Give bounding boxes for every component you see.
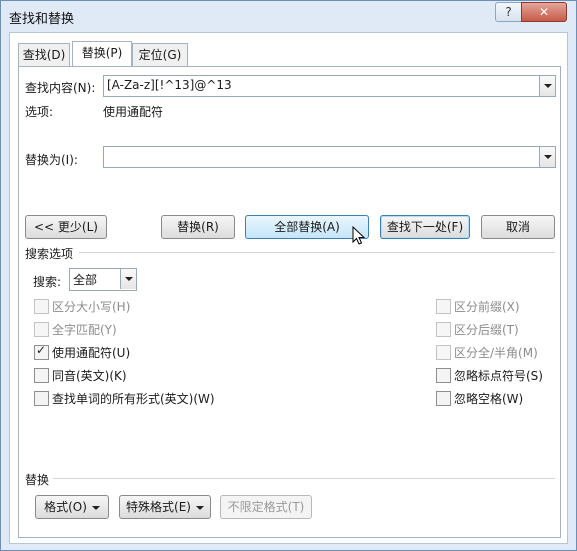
replace-all-button[interactable]: 全部替换(A) [245, 215, 369, 239]
dialog-body: 查找(D) 替换(P) 定位(G) 查找内容(N): [A-Za-z][!^13… [9, 32, 568, 544]
help-button[interactable]: ? [495, 2, 522, 22]
all-word-forms-label: 查找单词的所有形式(英文)(W) [52, 392, 215, 406]
find-replace-dialog: 查找和替换 ? ✕ 查找(D) 替换(P) 定位(G) 查找内容(N): [A-… [0, 0, 577, 551]
match-case-checkbox[interactable] [34, 299, 49, 314]
divider [79, 252, 555, 253]
less-button[interactable]: << 更少(L) [25, 215, 107, 239]
special-button-label: 特殊格式(E) [126, 500, 191, 514]
find-what-value: [A-Za-z][!^13]@^13 [107, 78, 232, 92]
replace-button[interactable]: 替换(R) [161, 215, 235, 239]
all-word-forms-checkbox[interactable] [34, 391, 49, 406]
cancel-button[interactable]: 取消 [481, 215, 555, 239]
use-wildcards-checkbox[interactable] [34, 343, 49, 360]
use-wildcards-label: 使用通配符(U) [52, 346, 131, 360]
find-next-button[interactable]: 查找下一处(F) [380, 215, 470, 239]
sounds-like-label: 同音(英文)(K) [52, 369, 127, 383]
title-bar: 查找和替换 ? ✕ [1, 1, 576, 31]
match-suffix-label: 区分后缀(T) [454, 323, 519, 337]
search-direction-label: 搜索: [33, 275, 62, 289]
chevron-down-icon[interactable] [120, 269, 136, 289]
tab-find[interactable]: 查找(D) [18, 43, 70, 66]
ignore-whitespace-checkbox[interactable] [436, 391, 451, 406]
whole-word-label: 全字匹配(Y) [52, 323, 117, 337]
find-what-combobox[interactable]: [A-Za-z][!^13]@^13 [103, 75, 556, 97]
width-sensitive-label: 区分全/半角(M) [454, 346, 538, 360]
mouse-pointer-icon [352, 226, 366, 245]
tab-goto[interactable]: 定位(G) [132, 43, 188, 66]
ignore-whitespace-label: 忽略空格(W) [454, 392, 524, 406]
match-prefix-label: 区分前缀(X) [454, 300, 520, 314]
divider [53, 478, 555, 479]
no-formatting-button[interactable]: 不限定格式(T) [220, 495, 312, 519]
close-button[interactable]: ✕ [521, 2, 567, 22]
width-sensitive-checkbox[interactable] [436, 345, 451, 360]
sounds-like-checkbox[interactable] [34, 368, 49, 383]
match-prefix-checkbox[interactable] [436, 299, 451, 314]
ignore-punctuation-checkbox[interactable] [436, 368, 451, 383]
options-value: 使用通配符 [103, 105, 164, 119]
replace-section-title: 替换 [25, 473, 50, 487]
replace-with-label: 替换为(I): [25, 153, 78, 167]
search-options-title: 搜索选项 [25, 247, 74, 261]
special-button[interactable]: 特殊格式(E) [119, 495, 211, 519]
ignore-punctuation-label: 忽略标点符号(S) [454, 369, 543, 383]
format-button-label: 格式(O) [44, 500, 87, 514]
format-button[interactable]: 格式(O) [35, 495, 109, 519]
chevron-down-icon[interactable] [539, 147, 555, 167]
find-what-label: 查找内容(N): [25, 81, 96, 95]
chevron-down-icon [195, 505, 204, 510]
replace-with-combobox[interactable] [103, 146, 556, 168]
replace-panel: 查找内容(N): [A-Za-z][!^13]@^13 选项: 使用通配符 替换… [18, 66, 561, 538]
search-direction-select[interactable]: 全部 [69, 268, 137, 291]
tab-replace[interactable]: 替换(P) [72, 41, 132, 66]
whole-word-checkbox[interactable] [34, 322, 49, 337]
match-case-label: 区分大小写(H) [52, 300, 131, 314]
search-direction-value: 全部 [73, 273, 98, 287]
match-suffix-checkbox[interactable] [436, 322, 451, 337]
chevron-down-icon [91, 505, 100, 510]
dialog-title: 查找和替换 [9, 12, 75, 27]
chevron-down-icon[interactable] [539, 76, 555, 96]
options-label: 选项: [25, 105, 54, 119]
